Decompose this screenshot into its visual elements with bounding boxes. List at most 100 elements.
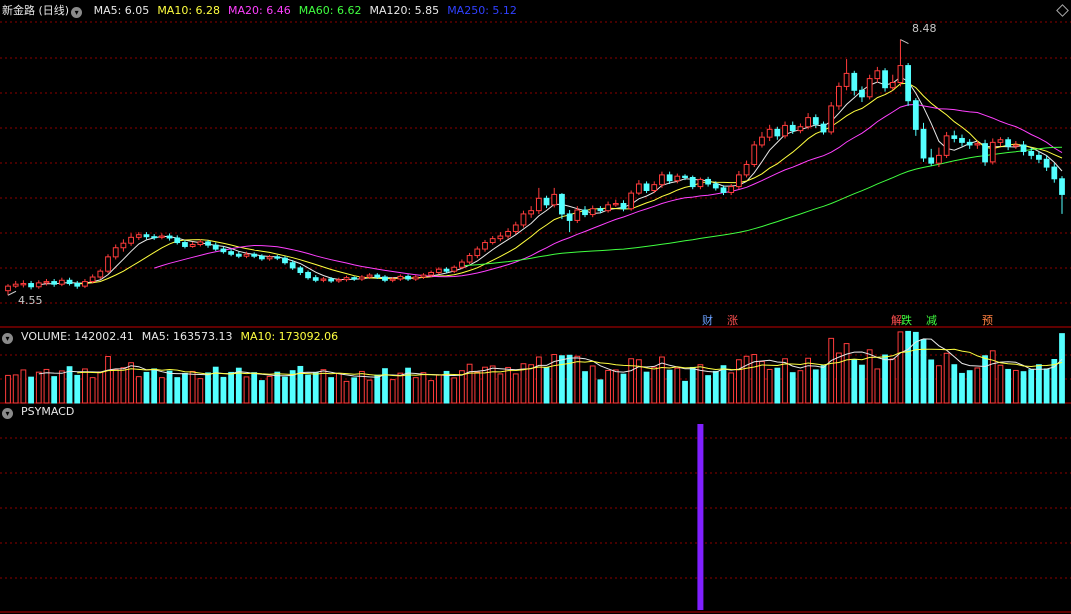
volume-bar	[166, 370, 173, 404]
high-price-label: 8.48	[912, 22, 937, 35]
volume-bar	[320, 369, 327, 404]
volume-bar	[666, 369, 673, 404]
volume-bar	[343, 380, 350, 404]
candle-body	[566, 213, 573, 221]
ma20-label: MA20: 6.46	[228, 4, 291, 17]
candle-body	[35, 282, 42, 288]
candle-body	[682, 175, 688, 178]
event-tag-reduce[interactable]: 减	[926, 314, 937, 327]
candle-body	[274, 256, 281, 259]
candle-body	[197, 241, 204, 245]
volume-bar	[874, 368, 881, 404]
event-tag-fall[interactable]: 跌	[901, 314, 912, 327]
volume-bar	[328, 377, 335, 404]
candle-body	[374, 274, 381, 278]
candle-body	[505, 230, 511, 237]
volume-bar	[451, 377, 458, 404]
volume-bar	[205, 372, 211, 404]
volume-bar	[589, 365, 596, 404]
candle-body	[97, 270, 104, 278]
volume-bar	[20, 369, 27, 404]
volume-bar	[266, 375, 273, 404]
volume-bar	[51, 376, 58, 404]
volume-bar	[1059, 333, 1065, 404]
candle-body	[220, 248, 227, 253]
event-tag-forecast[interactable]: 预	[982, 314, 993, 327]
candle-body	[820, 123, 827, 133]
volume-bar	[35, 371, 42, 404]
candle-body	[743, 163, 750, 176]
candle-body	[735, 174, 742, 188]
candle-body	[1051, 166, 1058, 180]
candle-body	[359, 276, 365, 280]
candle-body	[5, 285, 11, 292]
volume-bar	[982, 355, 988, 404]
volume-bar	[197, 378, 204, 404]
volume-bar	[82, 368, 88, 404]
volume-bar	[597, 379, 604, 404]
volume-bar	[74, 374, 81, 404]
candle-body	[182, 242, 188, 247]
candle-body	[1005, 139, 1012, 147]
ma120-label: MA120: 5.85	[369, 4, 440, 17]
candle-body	[943, 135, 950, 156]
candle-body	[659, 174, 665, 186]
candle-body	[1020, 144, 1027, 152]
volume-bar	[966, 370, 973, 404]
volume-bar	[882, 354, 888, 404]
candle-body	[466, 255, 473, 263]
volume-bar	[951, 364, 958, 404]
volume-bar	[928, 359, 935, 404]
volume-bar	[189, 370, 196, 404]
volume-bar	[28, 376, 34, 404]
candle-body	[158, 235, 165, 238]
candle-body	[435, 268, 442, 273]
volume-bar	[220, 376, 227, 404]
ma250-label: MA250: 5.12	[447, 4, 517, 17]
candle-body	[697, 178, 704, 188]
candle-body	[874, 70, 881, 80]
volume-bar	[897, 331, 904, 404]
volume-bar	[789, 372, 796, 404]
event-tag-finance[interactable]: 财	[702, 314, 713, 327]
ma60-label: MA60: 6.62	[298, 4, 362, 17]
candle-body	[1028, 150, 1035, 156]
volume-bar	[5, 374, 11, 404]
indicator-dropdown-icon[interactable]: ▾	[2, 408, 13, 419]
volume-ma10: MA10: 173092.06	[240, 330, 339, 343]
candle-body	[235, 253, 242, 257]
candle-body	[405, 275, 411, 280]
volume-bar	[528, 364, 535, 404]
event-tag-rise[interactable]: 涨	[727, 314, 738, 327]
candle-body	[928, 157, 935, 164]
candle-body	[589, 208, 596, 216]
volume-bar	[258, 380, 265, 404]
volume-bar	[151, 368, 158, 404]
volume-bar	[759, 360, 765, 404]
volume-bar	[774, 367, 781, 404]
candle-body	[143, 234, 150, 238]
candle-body	[689, 176, 696, 188]
candle-body	[1036, 154, 1042, 160]
candle-body	[328, 278, 335, 282]
candle-body	[912, 100, 919, 130]
volume-ma5: MA5: 163573.13	[141, 330, 233, 343]
volume-bar	[120, 367, 127, 404]
candle-body	[1059, 178, 1065, 195]
candle-body	[482, 242, 488, 250]
volume-bar	[820, 365, 827, 404]
volume-value: VOLUME: 142002.41	[21, 330, 134, 343]
candle-body	[443, 268, 450, 272]
high-marker	[900, 39, 909, 45]
candle-body	[389, 278, 396, 281]
candle-body	[920, 128, 927, 159]
dropdown-icon[interactable]: ▾	[71, 7, 83, 18]
candle-body	[1012, 144, 1019, 147]
candle-body	[397, 275, 404, 280]
candle-body	[543, 197, 550, 206]
volume-bar	[112, 369, 119, 404]
volume-dropdown-icon[interactable]: ▾	[2, 333, 13, 344]
candle-body	[789, 124, 796, 132]
volume-bar	[936, 365, 942, 404]
candle-body	[51, 281, 58, 285]
